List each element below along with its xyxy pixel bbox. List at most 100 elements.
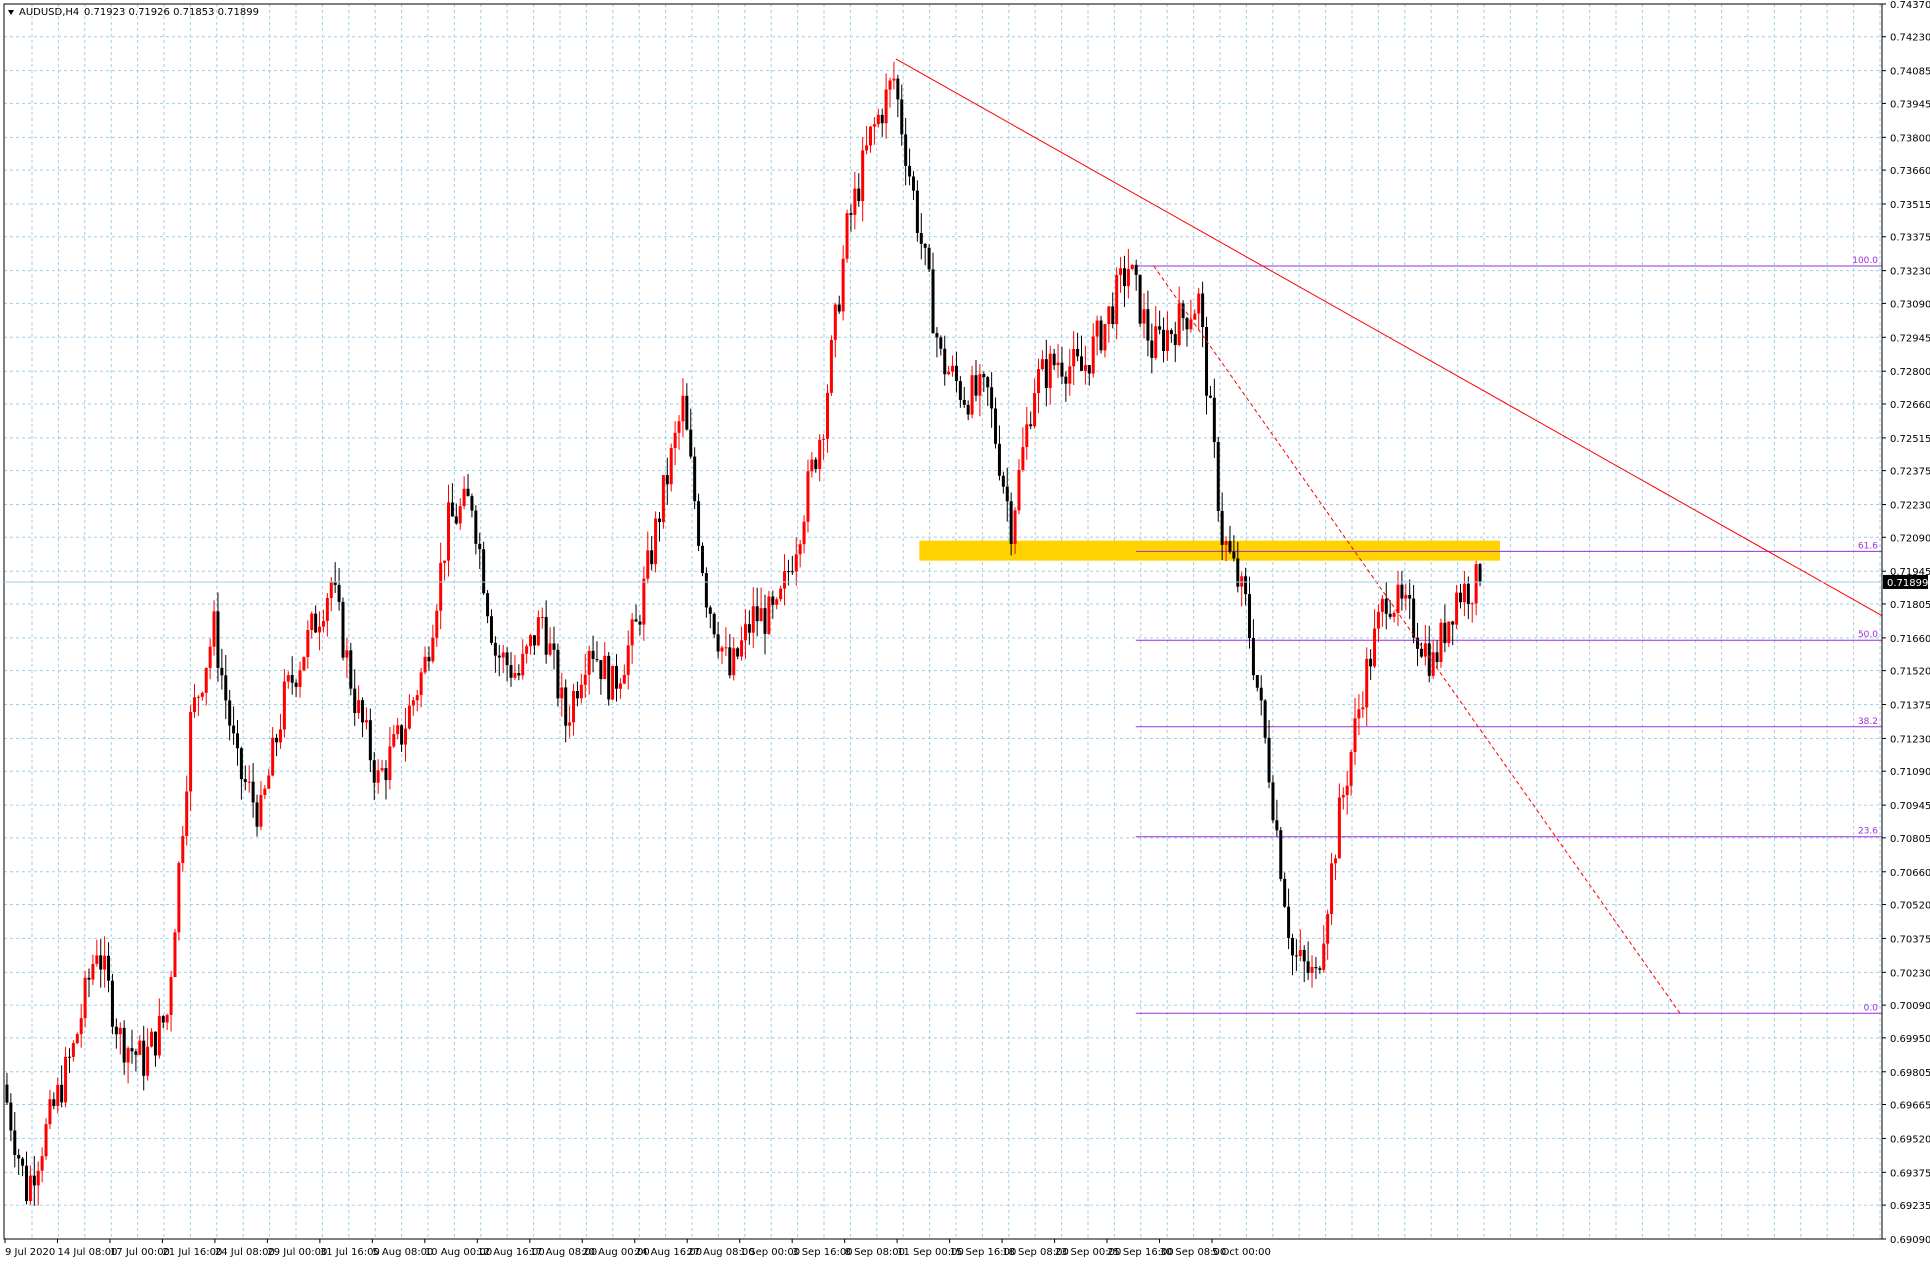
fib-level-label: 61.6 [1858, 541, 1878, 551]
candle-body [325, 598, 329, 622]
candle-body [892, 78, 896, 81]
price-tick-label: 0.72230 [1890, 501, 1930, 512]
candle-body [540, 616, 544, 618]
candle-body [618, 683, 622, 689]
price-tick-label: 0.70230 [1890, 968, 1930, 979]
candle-body [1310, 967, 1314, 973]
candle-body [1388, 613, 1392, 617]
candle-body [806, 471, 810, 522]
time-tick-label: 14 Jul 08:00 [57, 1247, 117, 1258]
candle-body [1052, 353, 1056, 366]
candle-body [1392, 613, 1396, 617]
candle-body [876, 114, 880, 125]
candle-body [278, 729, 282, 743]
candle-body [1220, 510, 1224, 545]
resistance-zone[interactable] [919, 540, 1500, 561]
candle-body [857, 188, 861, 202]
candle-body [267, 775, 271, 789]
candle-body [501, 652, 505, 658]
candle-body [474, 510, 478, 544]
price-tick-label: 0.73945 [1890, 99, 1930, 110]
price-tick-label: 0.73515 [1890, 200, 1930, 211]
candle-body [290, 675, 294, 683]
chart-svg[interactable]: 100.0 61.6 50.0 38.2 23.6 0.0 0.74370 0.74230 0… [0, 0, 1930, 1260]
candle-body [1412, 598, 1416, 638]
candle-body [591, 650, 595, 659]
candle-body [1134, 264, 1138, 275]
candle-body [1076, 349, 1080, 357]
candle-body [872, 124, 876, 127]
candle-body [564, 687, 568, 726]
candle-body [251, 781, 255, 803]
candle-body [868, 126, 872, 146]
price-tick-label: 0.71375 [1890, 701, 1930, 712]
candle-body [1201, 293, 1205, 328]
candle-body [943, 348, 947, 375]
candle-body [861, 150, 865, 202]
candle-body [415, 695, 419, 701]
candle-body [1060, 362, 1064, 377]
candle-body [962, 399, 966, 405]
candle-body [978, 374, 982, 396]
candle-body [810, 459, 814, 472]
candle-body [239, 748, 243, 780]
chart-header: AUDUSD,H4 0.71923 0.71926 0.71853 0.7189… [8, 7, 259, 18]
candle-body [60, 1084, 64, 1103]
chart-window[interactable]: 100.0 61.6 50.0 38.2 23.6 0.0 0.74370 0.74230 0… [0, 0, 1930, 1260]
candle-body [704, 573, 708, 608]
price-tick-label: 0.72090 [1890, 533, 1930, 544]
candle-body [786, 571, 790, 573]
candle-body [235, 733, 239, 749]
price-tick-label: 0.74230 [1890, 33, 1930, 44]
candle-body [1224, 541, 1228, 545]
candle-body [275, 737, 279, 743]
candle-body [1048, 353, 1052, 388]
candle-body [1400, 584, 1404, 599]
candle-body [884, 89, 888, 124]
candle-body [165, 1014, 169, 1023]
candle-body [509, 665, 513, 678]
candle-body [1146, 309, 1150, 341]
candle-body [404, 728, 408, 745]
candle-body [1079, 356, 1083, 371]
candle-body [568, 722, 572, 726]
candle-body [263, 788, 267, 795]
candle-body [1322, 943, 1326, 970]
candle-body [189, 712, 193, 792]
candle-body [321, 621, 325, 627]
candle-body [720, 647, 724, 652]
candle-body [1384, 598, 1388, 614]
candle-body [216, 611, 220, 668]
candle-body [181, 835, 185, 864]
candle-body [763, 608, 767, 634]
candle-body [1126, 269, 1130, 287]
candle-body [1169, 330, 1173, 335]
candle-body [1087, 365, 1091, 374]
candle-body [423, 656, 427, 673]
candle-body [1443, 622, 1447, 644]
candle-body [1165, 330, 1169, 352]
candle-body [728, 647, 732, 676]
candle-body [1294, 955, 1298, 957]
candle-body [1271, 782, 1275, 821]
price-tick-label: 0.73090 [1890, 299, 1930, 310]
price-tick-label: 0.71660 [1890, 634, 1930, 645]
candle-body [1044, 359, 1048, 388]
candle-body [1361, 707, 1365, 710]
candle-body [677, 421, 681, 433]
support-zone[interactable] [919, 540, 1500, 561]
candle-body [1095, 320, 1099, 337]
candle-body [1228, 541, 1232, 552]
candle-body [271, 737, 275, 776]
candle-body [1380, 598, 1384, 612]
candle-body [427, 656, 431, 662]
candle-body [779, 588, 783, 600]
candle-body [1037, 369, 1041, 394]
candle-body [657, 518, 661, 523]
candle-body [122, 1027, 126, 1063]
candle-body [1357, 709, 1361, 719]
candle-body [1040, 359, 1044, 370]
candle-body [314, 613, 318, 633]
candle-body [411, 700, 415, 706]
candle-body [1435, 652, 1439, 663]
